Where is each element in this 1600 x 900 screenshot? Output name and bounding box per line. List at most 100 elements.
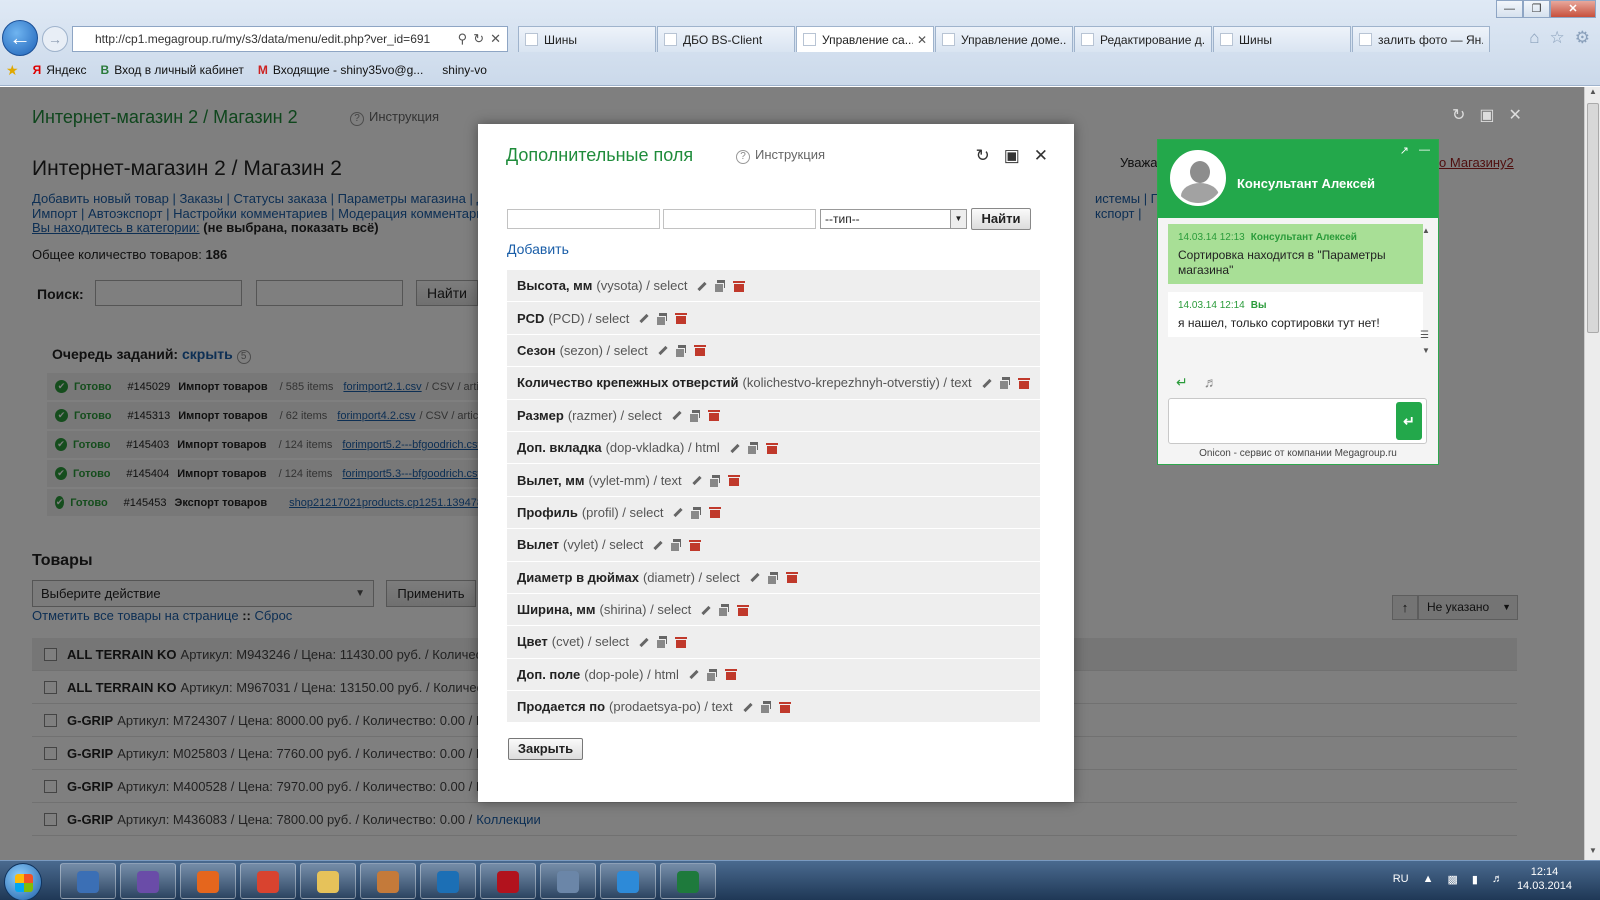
taskbar-app-explorer-doc[interactable] [60,863,116,899]
copy-icon[interactable] [705,668,718,682]
forward-button[interactable]: → [42,26,68,52]
taskbar-app-pictures[interactable] [360,863,416,899]
pencil-icon[interactable] [980,377,992,389]
browser-tab[interactable]: Шины [518,26,656,52]
bookmark-item[interactable]: Я Яндекс [33,63,87,77]
pencil-icon[interactable] [699,604,711,616]
scroll-thumb[interactable] [1587,103,1599,333]
trash-icon[interactable] [693,344,706,357]
sound-icon[interactable]: ♬ [1204,374,1218,391]
copy-icon[interactable] [670,539,682,553]
bookmark-item[interactable]: M Входящие - shiny35vo@g... [258,63,423,77]
pencil-icon[interactable] [695,280,707,292]
reply-icon[interactable]: ↵ [1176,374,1188,391]
copy-icon[interactable] [708,474,721,488]
trash-icon[interactable] [737,604,750,616]
pencil-icon[interactable] [637,636,649,648]
expand-icon[interactable]: ↗ [1400,144,1409,157]
copy-icon[interactable] [718,604,730,618]
trash-icon[interactable] [707,409,720,422]
trash-icon[interactable] [709,506,722,519]
copy-icon[interactable] [746,442,759,456]
send-button[interactable]: ↵ [1396,402,1422,440]
chat-scrollbar[interactable]: ▲ ☰ ▼ [1420,226,1432,355]
bookmark-item[interactable]: shiny-vo [437,63,487,77]
pencil-icon[interactable] [728,442,740,454]
find-button[interactable]: Найти [971,208,1031,230]
taskbar-app-excel[interactable] [660,863,716,899]
network-icon[interactable]: ▩ [1447,873,1457,886]
address-bar[interactable]: http://cp1.megagroup.ru/my/s3/data/menu/… [72,26,508,52]
trash-icon[interactable] [675,312,688,325]
copy-icon[interactable] [766,571,779,585]
trash-icon[interactable] [765,442,778,454]
address-url[interactable]: http://cp1.megagroup.ru/my/s3/data/menu/… [95,32,458,46]
pencil-icon[interactable] [741,701,753,713]
restore-button[interactable]: ❐ [1523,0,1550,18]
add-field-link[interactable]: Добавить [507,241,569,257]
browser-tab[interactable]: Управление са... ✕ [796,26,934,52]
taskbar-app-mcafee[interactable] [480,863,536,899]
taskbar-app-firefox[interactable] [180,863,236,899]
pencil-icon[interactable] [687,668,699,680]
refresh-icon[interactable]: ↻ [975,146,989,166]
start-button[interactable] [4,863,42,900]
taskbar-app-calculator[interactable] [540,863,596,899]
favorites-icon[interactable]: ★ [6,62,19,79]
gear-icon[interactable]: ⚙ [1575,28,1590,48]
trash-icon[interactable] [1017,377,1030,389]
pencil-icon[interactable] [637,312,649,324]
scroll-grip-icon[interactable]: ☰ [1420,330,1429,341]
tab-close-icon[interactable]: ✕ [917,33,927,47]
refresh-icon[interactable]: ↻ [1452,105,1465,125]
taskbar-app-chrome[interactable] [240,863,296,899]
browser-tab[interactable]: Редактирование д... [1074,26,1212,52]
trash-icon[interactable] [785,571,798,584]
pencil-icon[interactable] [670,409,682,421]
scroll-down-icon[interactable]: ▼ [1585,846,1600,860]
minimize-icon[interactable]: — [1419,144,1430,157]
type-select[interactable]: --тип-- ▼ [820,209,967,229]
window-close-button[interactable]: ✕ [1550,0,1596,18]
trash-icon[interactable] [689,539,702,551]
copy-icon[interactable] [656,312,668,326]
copy-icon[interactable] [998,377,1011,391]
maximize-icon[interactable]: ▣ [1479,105,1494,125]
volume-icon[interactable]: ♬ [1492,873,1503,885]
scroll-down-icon[interactable]: ▼ [1422,346,1430,355]
language-indicator[interactable]: RU [1393,873,1409,885]
trash-icon[interactable] [778,701,791,713]
copy-icon[interactable] [688,409,701,423]
pencil-icon[interactable] [748,571,760,583]
close-icon[interactable]: ✕ [1034,146,1048,166]
pencil-icon[interactable] [671,506,683,518]
copy-icon[interactable] [656,636,668,650]
browser-tab[interactable]: Шины [1213,26,1351,52]
trash-icon[interactable] [727,474,740,487]
clock[interactable]: 12:14 14.03.2014 [1517,865,1572,893]
minimize-button[interactable]: — [1496,0,1523,18]
browser-tab[interactable]: Управление доме... [935,26,1073,52]
browser-tab[interactable]: ДБО BS-Client [657,26,795,52]
chat-message-input[interactable]: ↵ [1168,398,1427,444]
copy-icon[interactable] [714,280,726,294]
taskbar-app-internet-explorer[interactable] [600,863,656,899]
field-code-input[interactable] [663,209,816,229]
taskbar-app-hp[interactable] [420,863,476,899]
copy-icon[interactable] [759,701,772,715]
back-button[interactable]: ← [2,20,38,56]
close-icon[interactable]: ✕ [490,31,501,47]
browser-tab[interactable]: залить фото — Ян... [1352,26,1490,52]
signal-icon[interactable]: ▮ [1472,873,1478,886]
bookmark-item[interactable]: B Вход в личный кабинет [101,63,244,77]
trash-icon[interactable] [733,280,746,292]
search-icon[interactable]: ⚲ [458,31,468,47]
home-icon[interactable]: ⌂ [1529,28,1539,48]
pencil-icon[interactable] [690,474,702,486]
close-icon[interactable]: ✕ [1509,105,1522,125]
taskbar-app-visual-studio[interactable] [120,863,176,899]
field-name-input[interactable] [507,209,660,229]
taskbar-app-folder[interactable] [300,863,356,899]
trash-icon[interactable] [675,636,688,648]
copy-icon[interactable] [690,506,702,520]
